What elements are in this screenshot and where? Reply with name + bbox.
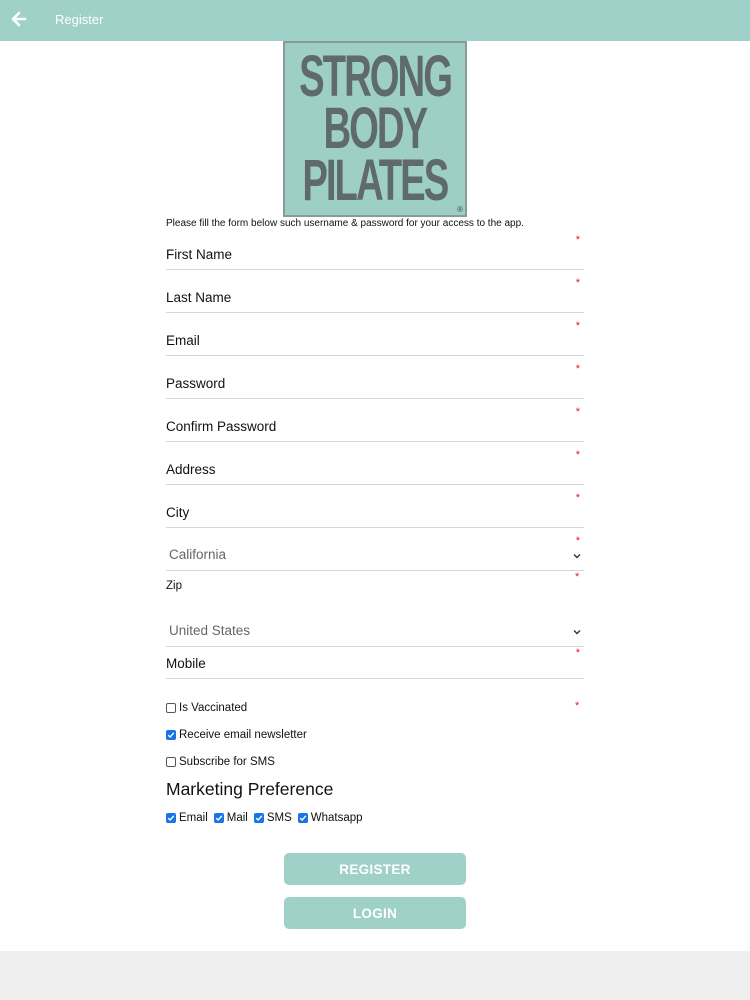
marketing-sms-label: SMS	[266, 812, 292, 824]
country-select-value: United States	[169, 623, 251, 638]
last-name-input[interactable]	[166, 290, 566, 305]
marketing-sms-checkbox[interactable]	[253, 813, 264, 823]
first-name-input[interactable]	[166, 247, 566, 262]
first-name-field: *	[166, 234, 584, 270]
register-button[interactable]: REGISTER	[284, 853, 466, 885]
brand-logo: STRONG BODY PILATES ®	[283, 41, 467, 217]
chevron-down-icon	[573, 630, 581, 635]
vaccinated-label: Is Vaccinated	[179, 702, 248, 714]
required-indicator: *	[575, 492, 580, 504]
confirm-password-field: *	[166, 406, 584, 442]
back-button[interactable]	[8, 8, 30, 30]
confirm-password-input[interactable]	[166, 419, 566, 434]
login-button[interactable]: LOGIN	[284, 897, 466, 929]
required-indicator: *	[575, 406, 580, 418]
marketing-option-whatsapp: Whatsapp	[297, 812, 363, 824]
marketing-whatsapp-checkbox[interactable]	[297, 813, 308, 823]
password-input[interactable]	[166, 376, 566, 391]
email-field: *	[166, 320, 584, 356]
check-icon	[255, 815, 263, 822]
required-indicator: *	[575, 700, 580, 712]
vaccinated-row: Is Vaccinated	[166, 700, 247, 716]
footer-bar	[0, 951, 750, 1000]
city-input[interactable]	[166, 505, 566, 520]
arrow-left-icon	[11, 11, 27, 27]
country-select[interactable]: United States	[166, 611, 584, 647]
check-icon	[215, 815, 223, 822]
marketing-email-label: Email	[179, 812, 208, 824]
state-select-value: California	[169, 547, 227, 562]
marketing-option-mail: Mail	[213, 812, 248, 824]
marketing-options: Email Mail SMS Whatsapp	[166, 810, 369, 826]
newsletter-checkbox[interactable]	[166, 730, 176, 740]
mobile-input[interactable]	[166, 656, 566, 671]
check-icon	[167, 815, 175, 822]
required-indicator: *	[575, 363, 580, 375]
required-indicator: *	[575, 320, 580, 332]
required-indicator: *	[575, 449, 580, 461]
marketing-preference-title: Marketing Preference	[166, 779, 334, 799]
sms-checkbox[interactable]	[166, 757, 176, 767]
sms-label: Subscribe for SMS	[179, 756, 275, 768]
address-input[interactable]	[166, 462, 566, 477]
marketing-mail-checkbox[interactable]	[213, 813, 224, 823]
marketing-option-email: Email	[166, 812, 208, 824]
chevron-down-icon	[573, 554, 581, 559]
last-name-field: *	[166, 277, 584, 313]
registered-mark: ®	[457, 205, 463, 214]
required-indicator: *	[575, 535, 580, 547]
intro-text: Please fill the form below such username…	[166, 218, 524, 229]
check-icon	[167, 732, 175, 739]
required-indicator: *	[575, 277, 580, 289]
email-input[interactable]	[166, 333, 566, 348]
newsletter-label: Receive email newsletter	[179, 729, 307, 741]
mobile-field: *	[166, 643, 584, 679]
zip-label: Zip	[166, 580, 182, 592]
state-select[interactable]: California *	[166, 535, 584, 571]
logo-line-pilates: PILATES	[302, 148, 450, 213]
required-indicator: *	[575, 234, 580, 246]
marketing-mail-label: Mail	[226, 812, 248, 824]
address-field: *	[166, 449, 584, 485]
marketing-whatsapp-label: Whatsapp	[310, 812, 363, 824]
check-icon	[299, 815, 307, 822]
sms-row: Subscribe for SMS	[166, 754, 275, 770]
required-indicator: *	[575, 571, 580, 583]
password-field: *	[166, 363, 584, 399]
marketing-option-sms: SMS	[253, 812, 292, 824]
vaccinated-checkbox[interactable]	[166, 703, 176, 713]
header-title: Register	[55, 12, 104, 27]
marketing-email-checkbox[interactable]	[166, 813, 176, 823]
app-header: Register	[0, 0, 750, 41]
newsletter-row: Receive email newsletter	[166, 727, 307, 743]
required-indicator: *	[575, 647, 580, 659]
city-field: *	[166, 492, 584, 528]
